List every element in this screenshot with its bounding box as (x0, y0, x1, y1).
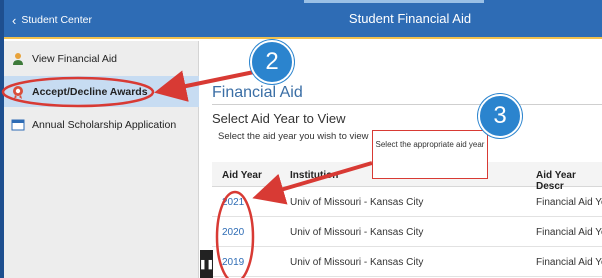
step-three-badge: 3 (478, 94, 522, 138)
page-title: Student Financial Aid (348, 11, 472, 26)
sidebar-item-label: Accept/Decline Awards (32, 85, 148, 98)
institution-cell: Univ of Missouri - Kansas City (290, 197, 424, 208)
sidebar-item-accept-decline-awards[interactable]: Accept/Decline Awards (4, 76, 199, 107)
callout-text: Select the appropriate aid year (375, 140, 485, 149)
description-cell: Financial Aid Ye (536, 257, 602, 268)
student-center-back-link[interactable]: ‹ Student Center (12, 11, 92, 29)
table-row: 2020 Univ of Missouri - Kansas City Fina… (212, 217, 602, 247)
back-link-label: Student Center (21, 14, 92, 26)
window-icon (10, 117, 26, 133)
description-cell: Financial Aid Ye (536, 197, 602, 208)
aid-year-link[interactable]: 2021 (222, 197, 244, 208)
award-icon (10, 84, 26, 100)
table-row: 2019 Univ of Missouri - Kansas City Fina… (212, 247, 602, 277)
sidebar-item-label: Annual Scholarship Application (32, 118, 177, 131)
sidebar-item-annual-scholarship-application[interactable]: Annual Scholarship Application (4, 109, 199, 140)
person-icon (10, 51, 26, 67)
header-accent (304, 0, 484, 3)
aid-year-link[interactable]: 2020 (222, 227, 244, 238)
column-header-institution: Institution (290, 170, 339, 181)
pause-button[interactable]: ❚❚ (198, 250, 215, 278)
financial-aid-heading: Financial Aid (212, 84, 303, 101)
instructions-text: Select the aid year you wish to view (218, 131, 369, 142)
aid-year-link[interactable]: 2019 (222, 257, 244, 268)
institution-cell: Univ of Missouri - Kansas City (290, 257, 424, 268)
callout-box: Select the appropriate aid year (372, 130, 488, 179)
step-three-number: 3 (493, 102, 507, 129)
chevron-left-icon: ‹ (12, 12, 17, 28)
step-two-number: 2 (265, 48, 279, 75)
pause-icon: ❚❚ (198, 258, 215, 269)
header-bar: ‹ Student Center Student Financial Aid (4, 0, 602, 39)
step-two-badge: 2 (250, 40, 294, 84)
column-header-aid-year: Aid Year (222, 170, 262, 181)
sidebar: View Financial Aid Accept/Decline Awards… (4, 41, 199, 278)
heading-divider (212, 104, 602, 105)
description-cell: Financial Aid Ye (536, 227, 602, 238)
sidebar-item-view-financial-aid[interactable]: View Financial Aid (4, 43, 199, 74)
table-row: 2021 Univ of Missouri - Kansas City Fina… (212, 187, 602, 217)
select-aid-year-heading: Select Aid Year to View (212, 111, 346, 126)
institution-cell: Univ of Missouri - Kansas City (290, 227, 424, 238)
sidebar-item-label: View Financial Aid (32, 52, 118, 65)
